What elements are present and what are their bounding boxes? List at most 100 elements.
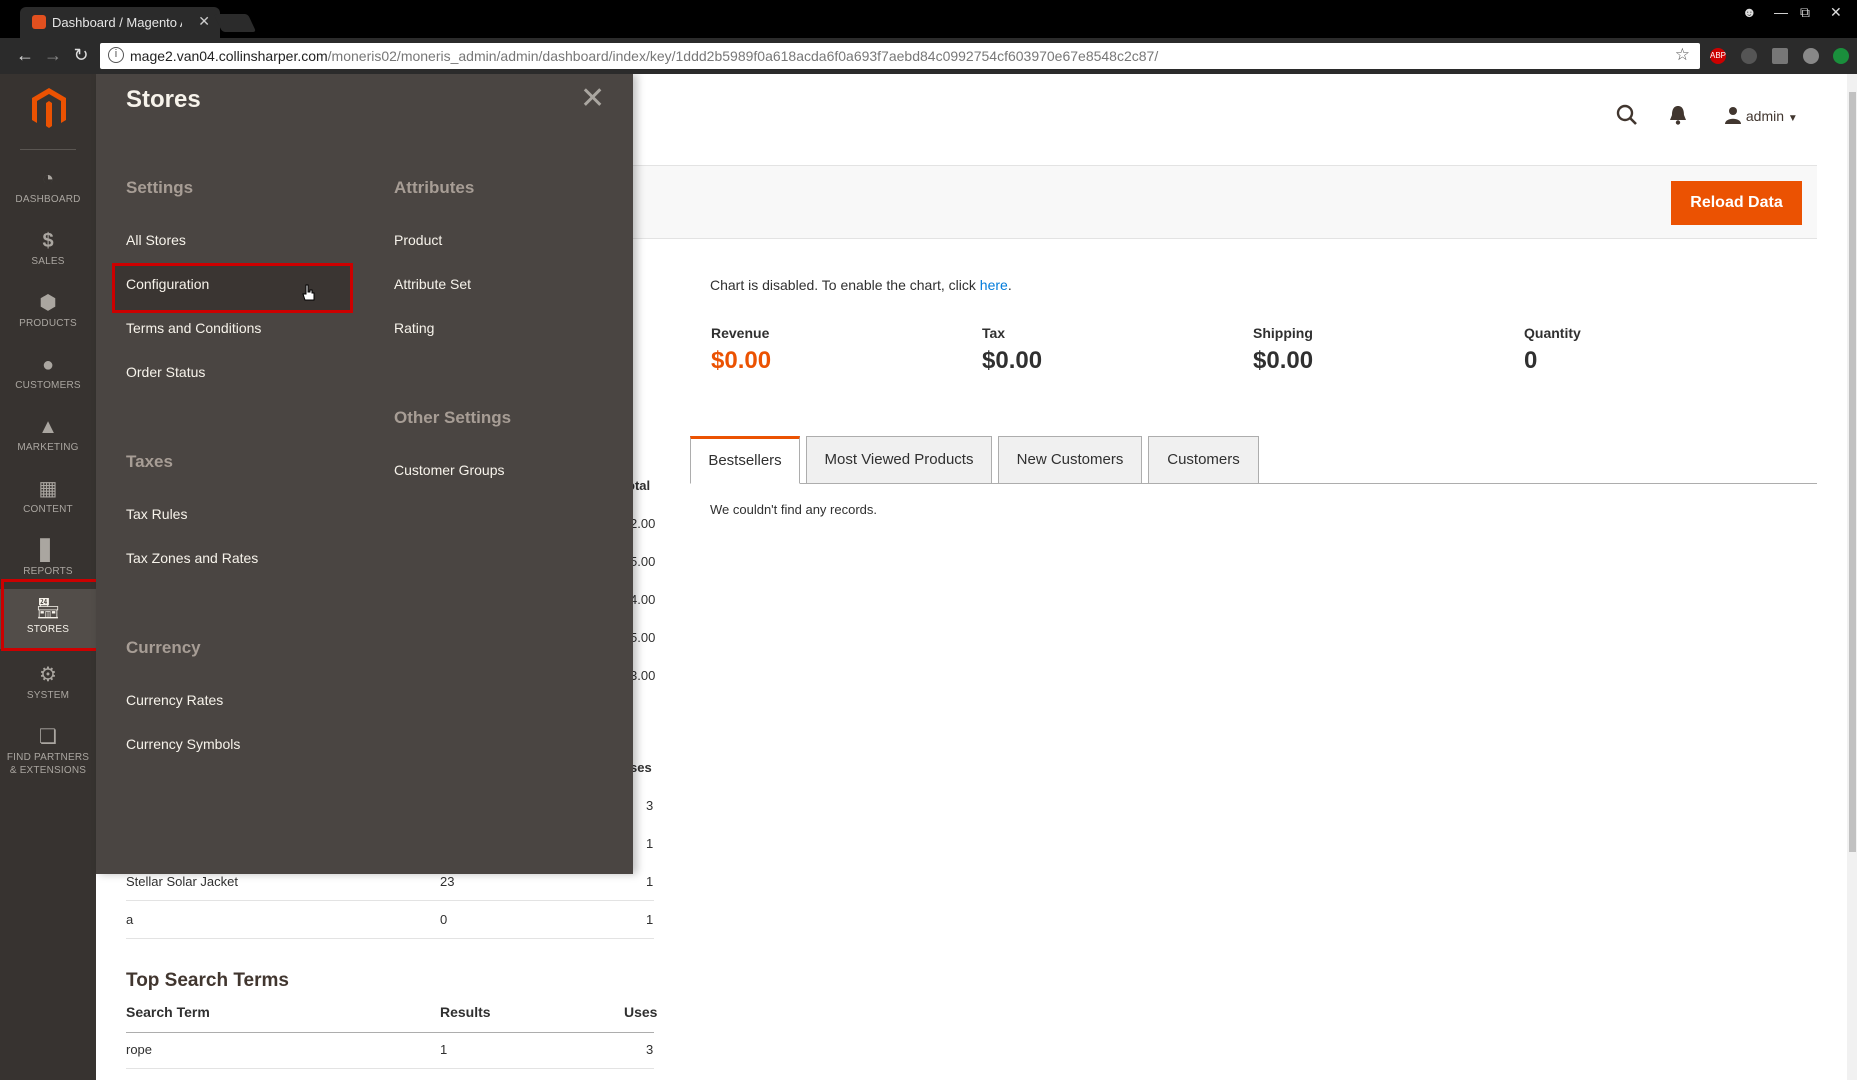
uses-cell: 1 [646, 874, 654, 889]
cube-icon: ❏ [39, 726, 57, 748]
sidebar-item-find-partners[interactable]: ❏ FIND PARTNERS & EXTENSIONS [0, 717, 96, 789]
totals-revenue: Revenue $0.00 [711, 325, 771, 375]
sidebar-item-label: & EXTENSIONS [9, 765, 87, 776]
scrollbar-thumb[interactable] [1849, 92, 1856, 852]
menu-item-order-status[interactable]: Order Status [126, 364, 205, 380]
sidebar-item-system[interactable]: ⚙ SYSTEM [0, 655, 96, 715]
tab-bestsellers[interactable]: Bestsellers [690, 436, 800, 484]
search-term-cell: rope [126, 1042, 153, 1057]
person-icon: ● [41, 354, 55, 376]
extension-icon[interactable] [1741, 48, 1757, 64]
magento-logo-icon[interactable] [30, 86, 68, 130]
profile-icon[interactable]: ☻ [1742, 4, 1757, 20]
enable-chart-link[interactable]: here [980, 277, 1008, 293]
column-header-search-term: Search Term [126, 1004, 210, 1020]
partial-total-cell: 5.00 [630, 630, 656, 645]
tab-most-viewed-products[interactable]: Most Viewed Products [806, 436, 992, 484]
menu-item-attribute-set[interactable]: Attribute Set [394, 276, 471, 292]
partial-total-cell: 3.00 [630, 668, 656, 683]
sidebar-item-label: DASHBOARD [15, 194, 81, 205]
dollar-icon: $ [42, 230, 54, 252]
sidebar-item-marketing[interactable]: ▲ MARKETING [0, 407, 96, 467]
uses-cell: 3 [646, 1042, 654, 1057]
magento-admin-page: admin ▼ Reload Data Chart is disabled. T… [0, 74, 1857, 1080]
sidebar-item-label: FIND PARTNERS [6, 752, 90, 763]
row-divider [126, 1068, 654, 1069]
close-icon[interactable]: ✕ [580, 81, 605, 116]
forward-icon[interactable]: → [42, 45, 64, 66]
window-close-icon[interactable]: ✕ [1830, 4, 1842, 21]
menu-item-currency-rates[interactable]: Currency Rates [126, 692, 223, 708]
menu-item-rating[interactable]: Rating [394, 320, 434, 336]
magento-favicon-icon [32, 15, 46, 29]
gear-icon: ⚙ [39, 664, 57, 686]
totals-value: 0 [1524, 347, 1538, 374]
menu-item-customer-groups[interactable]: Customer Groups [394, 462, 504, 478]
totals-label: Quantity [1524, 325, 1581, 341]
tab-customers[interactable]: Customers [1148, 436, 1259, 484]
reload-icon[interactable]: ↻ [70, 45, 92, 66]
extension-icon[interactable] [1772, 48, 1788, 64]
reload-data-button[interactable]: Reload Data [1671, 181, 1802, 225]
totals-tax: Tax $0.00 [982, 325, 1042, 375]
partial-total-cell: 4.00 [630, 592, 656, 607]
url-host: mage2.van04.collinsharper.com [130, 48, 328, 64]
totals-quantity: Quantity 0 [1524, 325, 1581, 375]
partial-column-header: ses [630, 760, 652, 775]
partial-total-cell: 5.00 [630, 554, 656, 569]
results-cell: 1 [440, 1042, 448, 1057]
back-icon[interactable]: ← [14, 45, 36, 66]
sidebar-item-products[interactable]: ⬢ PRODUCTS [0, 283, 96, 343]
dashboard-icon: ◔ [41, 168, 55, 190]
group-title-currency: Currency [126, 638, 201, 657]
sidebar-item-content[interactable]: ▦ CONTENT [0, 469, 96, 529]
page-actions-bar [610, 166, 1817, 239]
search-icon[interactable] [1616, 104, 1638, 132]
menu-item-terms-and-conditions[interactable]: Terms and Conditions [126, 320, 261, 336]
sidebar-item-label: MARKETING [17, 442, 79, 453]
menu-item-tax-rules[interactable]: Tax Rules [126, 506, 187, 522]
group-title-settings: Settings [126, 178, 194, 197]
sidebar-item-label: REPORTS [23, 566, 73, 577]
totals-value: $0.00 [711, 347, 772, 374]
totals-value: $0.00 [982, 347, 1043, 374]
extension-icon[interactable] [1803, 48, 1819, 64]
no-records-message: We couldn't find any records. [710, 502, 877, 517]
admin-user-menu[interactable]: admin ▼ [1724, 106, 1798, 124]
menu-item-all-stores[interactable]: All Stores [126, 232, 186, 248]
totals-shipping: Shipping $0.00 [1253, 325, 1313, 375]
menu-item-configuration[interactable]: Configuration [126, 276, 209, 292]
layout-icon: ▦ [38, 478, 58, 500]
partial-uses-cell: 1 [646, 836, 654, 851]
top-search-terms-title: Top Search Terms [126, 970, 289, 991]
totals-label: Shipping [1253, 325, 1313, 341]
group-title-taxes: Taxes [126, 452, 173, 471]
sidebar-item-label: SALES [31, 256, 65, 267]
tab-title: Dashboard / Magento A [52, 15, 182, 30]
user-icon [1725, 107, 1741, 124]
site-info-icon[interactable]: i [108, 47, 124, 63]
minimize-icon[interactable]: — [1774, 4, 1788, 20]
browser-tab[interactable]: Dashboard / Magento A ✕ [20, 7, 220, 38]
new-tab-button[interactable] [213, 14, 257, 32]
row-divider [126, 900, 654, 901]
bookmark-star-icon[interactable]: ☆ [1675, 45, 1690, 65]
group-title-attributes: Attributes [394, 178, 475, 197]
sidebar-item-customers[interactable]: ● CUSTOMERS [0, 345, 96, 405]
results-cell: 23 [440, 874, 455, 889]
restore-icon[interactable]: ⧉ [1800, 4, 1810, 21]
tab-new-customers[interactable]: New Customers [998, 436, 1142, 484]
extension-icon[interactable] [1833, 48, 1849, 64]
bell-icon[interactable] [1669, 104, 1687, 132]
sidebar-item-dashboard[interactable]: ◔ DASHBOARD [0, 159, 96, 219]
menu-item-tax-zones-and-rates[interactable]: Tax Zones and Rates [126, 550, 258, 566]
sidebar-item-sales[interactable]: $ SALES [0, 221, 96, 281]
admin-sidebar: ◔ DASHBOARD $ SALES ⬢ PRODUCTS ● CUSTOME… [0, 74, 96, 1080]
menu-item-product[interactable]: Product [394, 232, 442, 248]
browser-titlebar: Dashboard / Magento A ✕ ☻ — ⧉ ✕ [0, 0, 1857, 38]
tab-close-icon[interactable]: ✕ [198, 13, 210, 30]
adblock-icon[interactable]: ABP [1710, 48, 1726, 64]
menu-item-currency-symbols[interactable]: Currency Symbols [126, 736, 240, 752]
bar-chart-icon: ▋ [40, 540, 56, 562]
address-bar[interactable]: i mage2.van04.collinsharper.com/moneris0… [100, 43, 1700, 69]
